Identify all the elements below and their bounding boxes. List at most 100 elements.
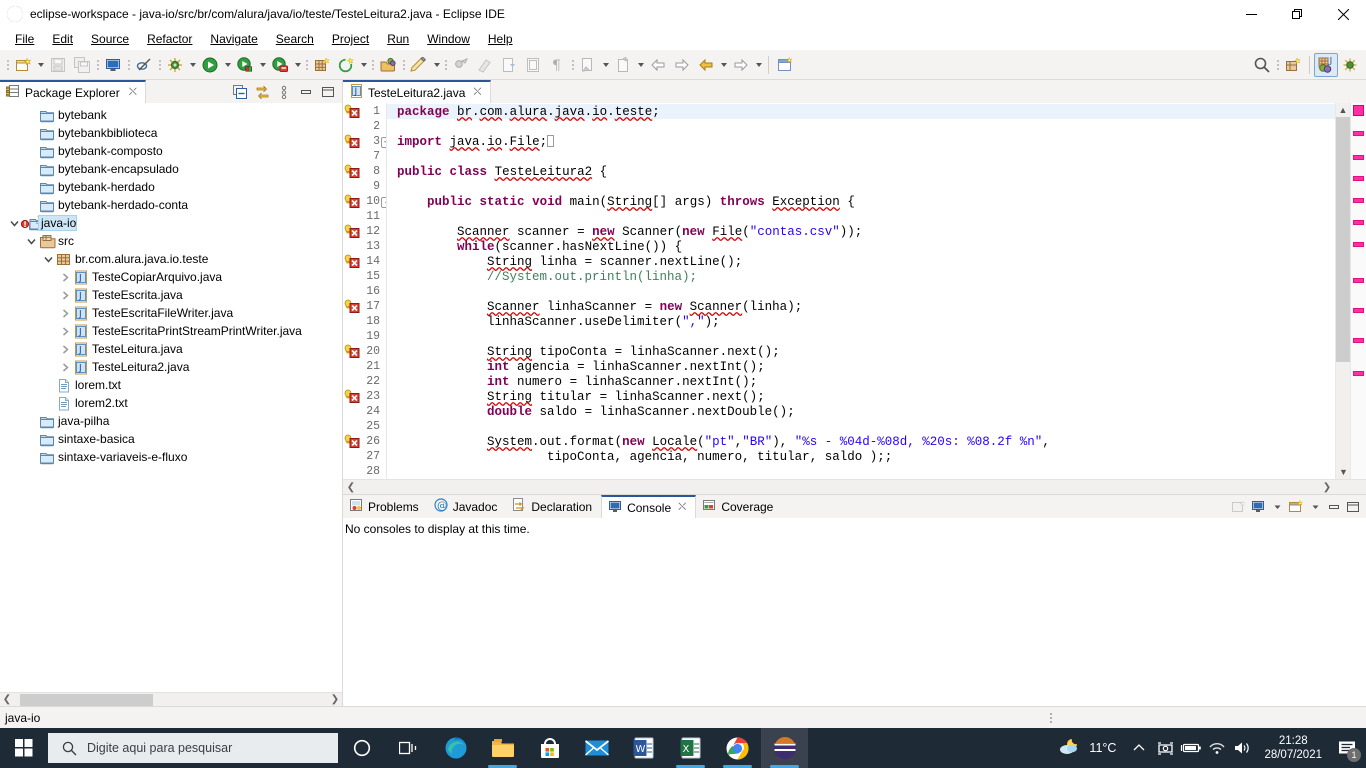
tree-item[interactable]: lorem.txt — [0, 376, 342, 394]
code-line[interactable]: //System.out.println(linha); — [397, 270, 697, 285]
error-marker-icon[interactable] — [344, 164, 360, 178]
close-button[interactable] — [1320, 0, 1366, 28]
next-edit-dropdown[interactable] — [635, 53, 646, 77]
open-task-icon[interactable] — [334, 53, 358, 77]
task-view-icon[interactable] — [385, 728, 432, 768]
forward-navigation-dropdown[interactable] — [753, 53, 764, 77]
toolbar-drag-handle[interactable] — [4, 53, 11, 77]
code-line[interactable]: System.out.format(new Locale("pt","BR"),… — [397, 435, 1050, 450]
menu-help[interactable]: Help — [479, 30, 522, 48]
menu-file[interactable]: File — [6, 30, 43, 48]
scroll-left-icon[interactable]: ❮ — [343, 482, 359, 493]
error-marker-icon[interactable] — [344, 434, 360, 448]
menu-source[interactable]: Source — [82, 30, 138, 48]
file-explorer-icon[interactable] — [479, 728, 526, 768]
open-console-dropdown[interactable] — [1306, 497, 1324, 517]
overview-ruler-marker[interactable] — [1353, 371, 1364, 376]
tree-item[interactable]: java-pilha — [0, 412, 342, 430]
code-line[interactable]: while(scanner.hasNextLine()) { — [397, 240, 682, 255]
code-area[interactable]: package br.com.alura.java.io.teste;impor… — [387, 103, 1335, 479]
mail-icon[interactable] — [573, 728, 620, 768]
close-icon[interactable]: ⛌ — [678, 501, 686, 514]
action-center-icon[interactable]: 1 — [1330, 728, 1364, 768]
twisty-icon[interactable] — [59, 291, 72, 300]
tree-item[interactable]: Jjava-io — [0, 214, 342, 232]
maximize-view-icon[interactable] — [318, 82, 338, 102]
tree-item[interactable]: br.com.alura.java.io.teste — [0, 250, 342, 268]
menu-window[interactable]: Window — [418, 30, 479, 48]
scroll-right-icon[interactable]: ❯ — [328, 693, 342, 707]
overview-ruler-summary-icon[interactable] — [1353, 105, 1364, 116]
open-task-dropdown[interactable] — [358, 53, 369, 77]
scroll-up-icon[interactable]: ▲ — [1336, 103, 1350, 117]
tree-item[interactable]: JTesteEscritaFileWriter.java — [0, 304, 342, 322]
overview-ruler-marker[interactable] — [1353, 155, 1364, 160]
menu-search[interactable]: Search — [267, 30, 323, 48]
tab-package-explorer[interactable]: Package Explorer ⛌ — [0, 80, 146, 103]
tree-item[interactable]: bytebank-herdado-conta — [0, 196, 342, 214]
twisty-icon[interactable] — [59, 309, 72, 318]
tab-declaration[interactable]: Declaration — [506, 495, 601, 518]
code-line[interactable]: Scanner scanner = new Scanner(new File("… — [397, 225, 862, 240]
microsoft-edge-icon[interactable] — [432, 728, 479, 768]
run-icon[interactable] — [198, 53, 222, 77]
battery-icon[interactable] — [1178, 728, 1204, 768]
minimize-view-icon[interactable] — [1325, 497, 1343, 517]
tree-item[interactable]: bytebank-herdado — [0, 178, 342, 196]
code-line[interactable]: String linha = scanner.nextLine(); — [397, 255, 742, 270]
view-menu-icon[interactable] — [274, 82, 294, 102]
debug-perspective-icon[interactable] — [1338, 53, 1362, 77]
edit-pencil-dropdown[interactable] — [431, 53, 442, 77]
maximize-view-icon[interactable] — [1344, 497, 1362, 517]
tree-item[interactable]: sintaxe-basica — [0, 430, 342, 448]
overview-ruler-marker[interactable] — [1353, 308, 1364, 313]
tree-item[interactable]: src — [0, 232, 342, 250]
overview-ruler-marker[interactable] — [1353, 278, 1364, 283]
tree-item[interactable]: JTesteEscritaPrintStreamPrintWriter.java — [0, 322, 342, 340]
tree-item[interactable]: JTesteCopiarArquivo.java — [0, 268, 342, 286]
last-edit-dropdown[interactable] — [600, 53, 611, 77]
code-line[interactable]: int numero = linhaScanner.nextInt(); — [397, 375, 757, 390]
code-line[interactable]: int agencia = linhaScanner.nextInt(); — [397, 360, 765, 375]
search-input[interactable]: Digite aqui para pesquisar — [48, 733, 338, 763]
close-icon[interactable]: ⛌ — [129, 86, 137, 99]
tree-item[interactable]: sintaxe-variaveis-e-fluxo — [0, 448, 342, 466]
eclipse-icon[interactable] — [761, 728, 808, 768]
scroll-right-icon[interactable]: ❯ — [1319, 482, 1335, 493]
code-line[interactable]: import java.io.File; — [397, 135, 554, 150]
new-window-icon[interactable] — [773, 53, 797, 77]
wifi-icon[interactable] — [1204, 728, 1230, 768]
run-dropdown[interactable] — [222, 53, 233, 77]
tree-item[interactable]: bytebank-composto — [0, 142, 342, 160]
console-output[interactable]: No consoles to display at this time. — [343, 518, 1366, 706]
debug-icon[interactable] — [163, 53, 187, 77]
word-icon[interactable]: W — [620, 728, 667, 768]
tree-item[interactable]: bytebankbiblioteca — [0, 124, 342, 142]
twisty-icon[interactable] — [59, 273, 72, 282]
menu-refactor[interactable]: Refactor — [138, 30, 201, 48]
tab-testeleitura2-java[interactable]: J TesteLeitura2.java ⛌ — [343, 80, 491, 103]
run-external-tools-icon[interactable] — [233, 53, 257, 77]
error-marker-icon[interactable] — [344, 254, 360, 268]
link-with-editor-icon[interactable] — [252, 82, 272, 102]
twisty-icon[interactable] — [59, 363, 72, 372]
overview-ruler-marker[interactable] — [1353, 198, 1364, 203]
code-line[interactable]: tipoConta, agencia, numero, titular, sal… — [397, 450, 892, 465]
error-marker-icon[interactable] — [344, 194, 360, 208]
coverage-icon[interactable] — [268, 53, 292, 77]
vscroll-thumb[interactable] — [1336, 117, 1351, 362]
open-perspective-icon[interactable] — [1281, 53, 1305, 77]
twisty-icon[interactable] — [59, 345, 72, 354]
open-console-icon[interactable] — [1287, 497, 1305, 517]
new-java-project-icon[interactable] — [310, 53, 334, 77]
google-chrome-icon[interactable] — [714, 728, 761, 768]
tree-item[interactable]: lorem2.txt — [0, 394, 342, 412]
editor-gutter[interactable]: 123+78910-111213141516171819202122232425… — [343, 103, 387, 479]
menu-navigate[interactable]: Navigate — [201, 30, 266, 48]
display-console-dropdown[interactable] — [1268, 497, 1286, 517]
error-marker-icon[interactable] — [344, 224, 360, 238]
hscroll-thumb[interactable] — [20, 694, 153, 706]
menu-project[interactable]: Project — [323, 30, 378, 48]
twisty-icon[interactable] — [59, 327, 72, 336]
twisty-icon[interactable] — [25, 237, 38, 246]
